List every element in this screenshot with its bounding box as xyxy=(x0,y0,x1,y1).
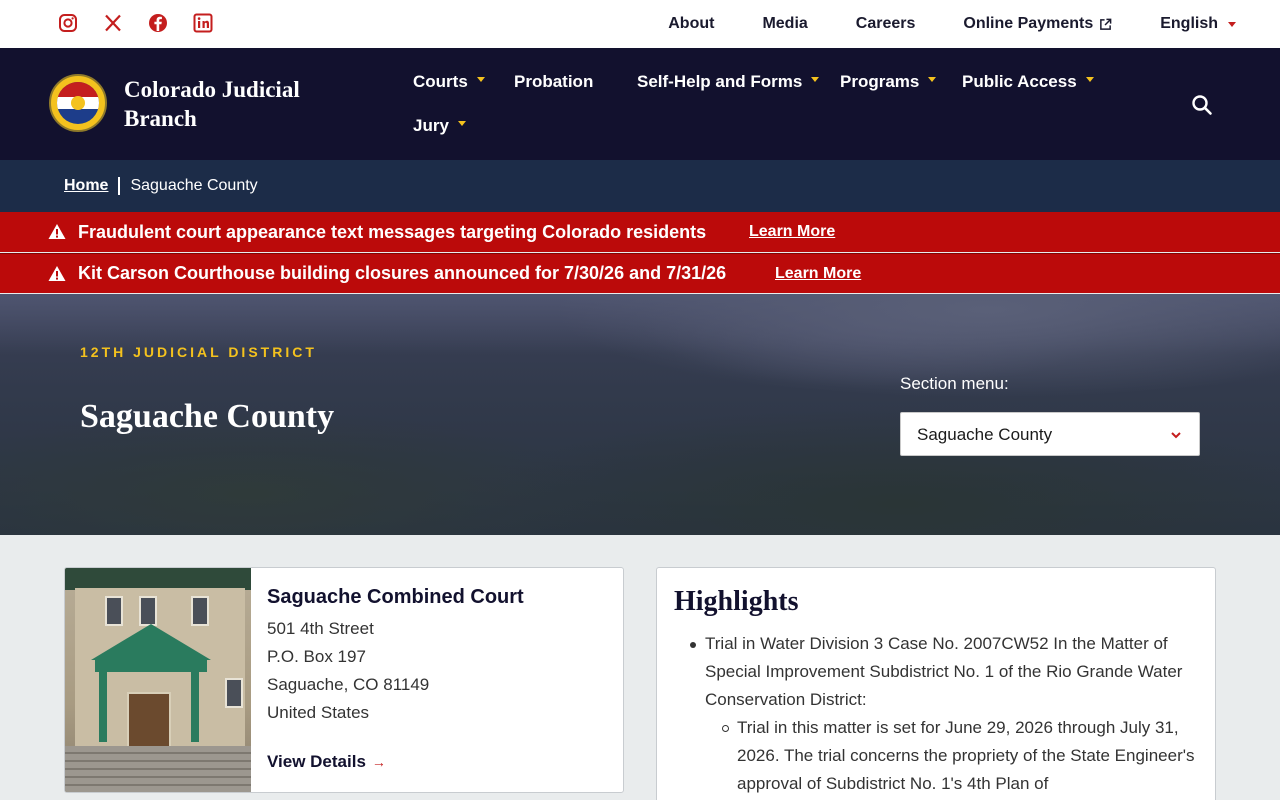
linkedin-icon[interactable] xyxy=(193,13,213,33)
chevron-down-icon xyxy=(811,76,820,82)
photo-window xyxy=(139,596,157,626)
external-link-icon xyxy=(1100,18,1112,30)
photo-steps xyxy=(65,746,251,792)
facebook-icon[interactable] xyxy=(148,13,168,33)
nav-public-access[interactable]: Public Access xyxy=(962,72,1094,92)
photo-window xyxy=(225,678,243,708)
alert-message: Kit Carson Courthouse building closures … xyxy=(78,263,727,283)
photo-window xyxy=(105,596,123,626)
chevron-down-icon xyxy=(1228,21,1236,27)
nav-self-help-label: Self-Help and Forms xyxy=(637,72,803,91)
section-menu-select[interactable]: Saguache County xyxy=(900,412,1200,456)
social-links xyxy=(58,13,238,33)
language-select[interactable]: English xyxy=(1160,15,1236,33)
x-icon[interactable] xyxy=(103,13,123,33)
court-card: Saguache Combined Court 501 4th Street P… xyxy=(64,567,624,793)
breadcrumb: Home Saguache County xyxy=(0,160,1280,212)
address-line: Saguache, CO 81149 xyxy=(267,675,430,694)
breadcrumb-current: Saguache County xyxy=(130,177,258,194)
nav-jury[interactable]: Jury xyxy=(413,116,466,136)
chevron-down-icon xyxy=(476,76,485,82)
nav-self-help[interactable]: Self-Help and Forms xyxy=(637,72,820,92)
list-item: Trial in this matter is set for June 29,… xyxy=(722,714,1195,798)
photo-trees xyxy=(65,568,251,590)
section-menu-label: Section menu: xyxy=(900,374,1009,393)
main-header: Colorado Judicial Branch Courts Probatio… xyxy=(0,48,1280,160)
warning-icon xyxy=(48,266,66,281)
court-address: 501 4th Street P.O. Box 197 Saguache, CO… xyxy=(267,615,524,727)
online-payments-label: Online Payments xyxy=(963,15,1094,32)
address-line: P.O. Box 197 xyxy=(267,647,366,666)
nav-programs-label: Programs xyxy=(840,72,920,91)
hero-banner: 12TH JUDICIAL DISTRICT Saguache County S… xyxy=(0,294,1280,535)
nav-programs[interactable]: Programs xyxy=(840,72,937,92)
bullet-icon xyxy=(722,725,729,732)
chevron-down-icon xyxy=(1085,76,1094,82)
highlights-title: Highlights xyxy=(674,586,799,617)
court-info: Saguache Combined Court 501 4th Street P… xyxy=(267,586,524,727)
page-title: Saguache County xyxy=(80,398,335,435)
alert-learn-more-link[interactable]: Learn More xyxy=(749,223,835,241)
nav-courts[interactable]: Courts xyxy=(413,72,485,92)
highlights-card: Highlights Trial in Water Division 3 Cas… xyxy=(656,567,1216,800)
section-menu-value: Saguache County xyxy=(917,425,1053,444)
warning-icon xyxy=(48,224,66,239)
media-link[interactable]: Media xyxy=(762,15,807,33)
alert-banner: Fraudulent court appearance text message… xyxy=(0,212,1280,252)
nav-probation[interactable]: Probation xyxy=(514,72,593,92)
nav-probation-label: Probation xyxy=(514,72,594,91)
address-line: 501 4th Street xyxy=(267,619,374,638)
site-title[interactable]: Colorado Judicial Branch xyxy=(124,75,344,133)
photo-door xyxy=(127,692,171,748)
view-details-link[interactable]: View Details → xyxy=(267,752,386,772)
seal-red-band xyxy=(57,82,99,97)
highlights-list: Trial in Water Division 3 Case No. 2007C… xyxy=(690,630,1195,798)
nav-courts-label: Courts xyxy=(413,72,468,91)
photo-column xyxy=(191,672,199,742)
search-icon[interactable] xyxy=(1191,94,1213,116)
scales-icon xyxy=(71,96,85,110)
arrow-right-icon: → xyxy=(371,754,386,770)
photo-window xyxy=(191,596,209,626)
bullet-icon xyxy=(690,642,696,648)
photo-column xyxy=(99,672,107,742)
nav-jury-label: Jury xyxy=(413,116,449,135)
seal-inner xyxy=(57,82,99,124)
address-line: United States xyxy=(267,703,370,722)
utility-links: About Media Careers Online Payments Engl… xyxy=(620,0,1236,48)
view-details-label: View Details xyxy=(267,752,366,771)
online-payments-link[interactable]: Online Payments xyxy=(963,15,1112,33)
alert-message: Fraudulent court appearance text message… xyxy=(78,221,707,242)
chevron-down-icon xyxy=(457,120,466,126)
court-name: Saguache Combined Court xyxy=(267,586,524,608)
chevron-down-icon xyxy=(928,76,937,82)
chevron-down-icon xyxy=(1171,432,1181,439)
courthouse-photo xyxy=(65,568,251,792)
list-item: Trial in Water Division 3 Case No. 2007C… xyxy=(690,630,1195,714)
court-seal-logo[interactable] xyxy=(49,74,107,132)
nav-public-access-label: Public Access xyxy=(962,72,1077,91)
instagram-icon[interactable] xyxy=(58,13,78,33)
careers-link[interactable]: Careers xyxy=(856,15,916,33)
breadcrumb-home[interactable]: Home xyxy=(64,177,108,195)
language-label: English xyxy=(1160,15,1218,32)
highlight-subtext: Trial in this matter is set for June 29,… xyxy=(737,718,1195,793)
utility-bar: About Media Careers Online Payments Engl… xyxy=(0,0,1280,48)
highlight-text: Trial in Water Division 3 Case No. 2007C… xyxy=(705,634,1183,709)
breadcrumb-separator xyxy=(118,177,121,195)
about-link[interactable]: About xyxy=(668,15,714,33)
district-label: 12TH JUDICIAL DISTRICT xyxy=(80,344,317,360)
photo-portico xyxy=(95,658,207,672)
alert-banner: Kit Carson Courthouse building closures … xyxy=(0,253,1280,293)
alert-learn-more-link[interactable]: Learn More xyxy=(775,265,861,283)
